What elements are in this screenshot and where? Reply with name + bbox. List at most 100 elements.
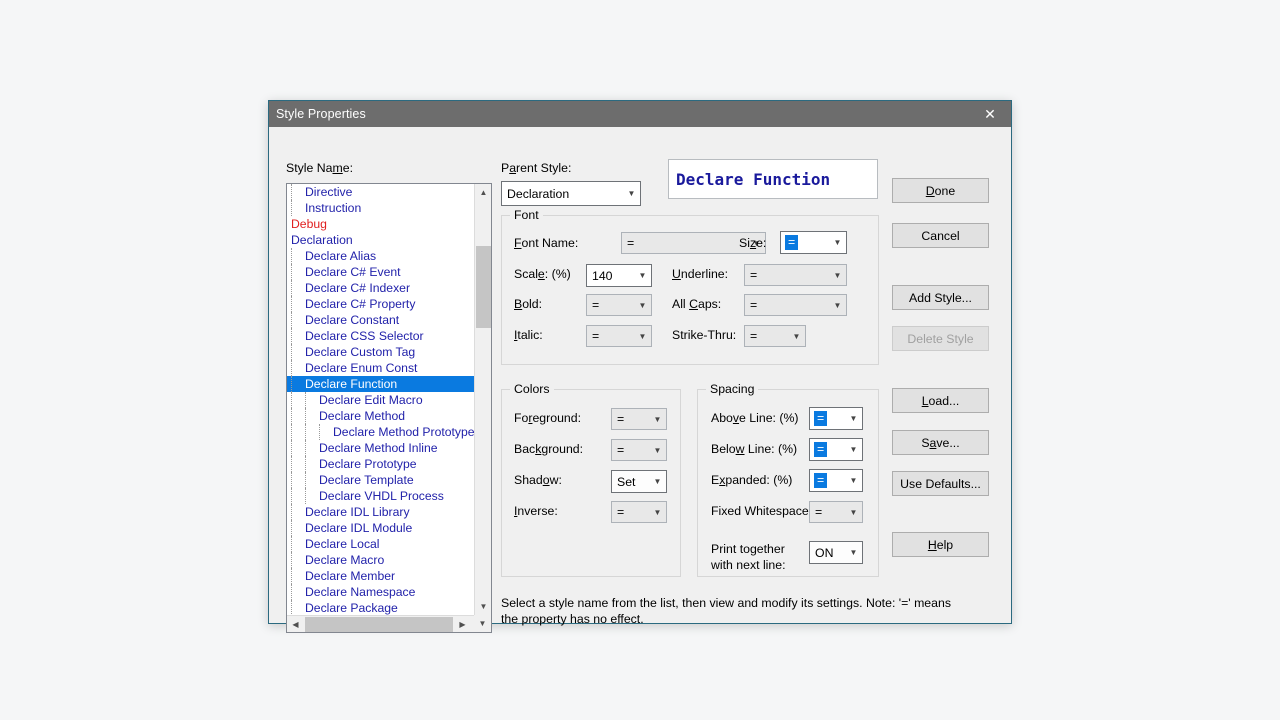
print-together-combo[interactable]: ON ▼ [809, 541, 863, 564]
style-tree-item[interactable]: Declare Alias [287, 248, 474, 264]
style-tree-item[interactable]: Declare Namespace [287, 584, 474, 600]
italic-combo[interactable]: = ▼ [586, 325, 652, 347]
style-tree-item[interactable]: Declare Package [287, 600, 474, 615]
chevron-down-icon[interactable]: ▼ [649, 508, 666, 517]
chevron-down-icon[interactable]: ▼ [829, 238, 846, 247]
style-tree-item[interactable]: Directive [287, 184, 474, 200]
scale-combo[interactable]: 140 ▼ [586, 264, 652, 287]
help-button[interactable]: Help [892, 532, 989, 557]
chevron-down-icon[interactable]: ▼ [649, 415, 666, 424]
style-tree-item[interactable]: Debug [287, 216, 474, 232]
style-tree-item[interactable]: Declare Custom Tag [287, 344, 474, 360]
style-tree-item[interactable]: Declare Prototype [287, 456, 474, 472]
all-caps-combo[interactable]: = ▼ [744, 294, 847, 316]
bold-combo[interactable]: = ▼ [586, 294, 652, 316]
scroll-corner-down-icon[interactable]: ▼ [474, 615, 491, 632]
tree-guide-line [291, 504, 305, 520]
style-tree-viewport[interactable]: DirectiveInstructionDebugDeclarationDecl… [287, 184, 474, 615]
tree-guide-line [291, 472, 305, 488]
style-tree-item[interactable]: Declare C# Indexer [287, 280, 474, 296]
chevron-down-icon[interactable]: ▼ [475, 598, 492, 615]
chevron-down-icon[interactable]: ▼ [788, 332, 805, 341]
style-tree-item[interactable]: Declare VHDL Process [287, 488, 474, 504]
chevron-down-icon[interactable]: ▼ [829, 301, 846, 310]
chevron-down-icon[interactable]: ▼ [649, 477, 666, 486]
strike-thru-combo[interactable]: = ▼ [744, 325, 806, 347]
hscrollbar-thumb[interactable] [305, 617, 453, 632]
underline-label: Underline: [672, 267, 728, 281]
fixed-whitespace-label: Fixed Whitespace: [711, 504, 812, 518]
inverse-label: Inverse: [514, 504, 558, 518]
chevron-down-icon[interactable]: ▼ [634, 332, 651, 341]
style-tree-item[interactable]: Declare Function [287, 376, 474, 392]
chevron-down-icon[interactable]: ▼ [649, 446, 666, 455]
size-combo[interactable]: = ▼ [780, 231, 847, 254]
style-tree-item[interactable]: Declare Member [287, 568, 474, 584]
tree-guide-line [291, 488, 305, 504]
cancel-button[interactable]: Cancel [892, 223, 989, 248]
foreground-combo[interactable]: = ▼ [611, 408, 667, 430]
chevron-up-icon[interactable]: ▲ [475, 184, 492, 201]
style-tree-item[interactable]: Declaration [287, 232, 474, 248]
print-together-label-line2: with next line: [711, 558, 786, 572]
style-tree-item[interactable]: Declare Macro [287, 552, 474, 568]
style-tree-item[interactable]: Instruction [287, 200, 474, 216]
style-tree-item[interactable]: Declare Local [287, 536, 474, 552]
chevron-down-icon[interactable]: ▼ [845, 548, 862, 557]
chevron-down-icon[interactable]: ▼ [845, 476, 862, 485]
save-button[interactable]: Save... [892, 430, 989, 455]
vscrollbar-thumb[interactable] [476, 246, 491, 328]
expanded-combo[interactable]: = ▼ [809, 469, 863, 492]
style-tree-item[interactable]: Declare IDL Library [287, 504, 474, 520]
chevron-right-icon[interactable]: ▶ [454, 616, 471, 633]
style-tree-item[interactable]: Declare Edit Macro [287, 392, 474, 408]
done-button[interactable]: Done [892, 178, 989, 203]
style-tree-item[interactable]: Declare Enum Const [287, 360, 474, 376]
style-name-listbox[interactable]: DirectiveInstructionDebugDeclarationDecl… [286, 183, 492, 633]
chevron-down-icon[interactable]: ▼ [623, 189, 640, 198]
style-list-hscrollbar[interactable]: ◀ ▶ [287, 615, 491, 632]
tree-guide-line [291, 296, 305, 312]
style-tree-item[interactable]: Declare Method Prototype [287, 424, 474, 440]
style-tree-item[interactable]: Declare C# Event [287, 264, 474, 280]
shadow-combo[interactable]: Set ▼ [611, 470, 667, 493]
style-list-vscrollbar[interactable]: ▲ ▼ [474, 184, 491, 615]
style-tree-item-label: Declare Enum Const [305, 361, 417, 375]
style-tree-item[interactable]: Declare C# Property [287, 296, 474, 312]
style-tree-item[interactable]: Declare Template [287, 472, 474, 488]
tree-guide-line [291, 200, 305, 216]
tree-guide-line [305, 440, 319, 456]
above-line-combo[interactable]: = ▼ [809, 407, 863, 430]
background-combo[interactable]: = ▼ [611, 439, 667, 461]
delete-style-button[interactable]: Delete Style [892, 326, 989, 351]
below-line-combo[interactable]: = ▼ [809, 438, 863, 461]
style-tree-item-label: Declare Method Prototype [333, 425, 474, 439]
style-tree-item[interactable]: Declare IDL Module [287, 520, 474, 536]
style-tree-item[interactable]: Declare Method [287, 408, 474, 424]
dialog-titlebar[interactable]: Style Properties ✕ [269, 101, 1011, 127]
tree-guide-line [291, 408, 305, 424]
chevron-down-icon[interactable]: ▼ [845, 508, 862, 517]
chevron-down-icon[interactable]: ▼ [634, 271, 651, 280]
chevron-down-icon[interactable]: ▼ [845, 445, 862, 454]
use-defaults-button[interactable]: Use Defaults... [892, 471, 989, 496]
add-style-button[interactable]: Add Style... [892, 285, 989, 310]
underline-combo[interactable]: = ▼ [744, 264, 847, 286]
below-line-label: Below Line: (%) [711, 442, 797, 456]
fixed-whitespace-combo[interactable]: = ▼ [809, 501, 863, 523]
bold-label: Bold: [514, 297, 542, 311]
tree-guide-line [291, 392, 305, 408]
load-button[interactable]: Load... [892, 388, 989, 413]
chevron-down-icon[interactable]: ▼ [845, 414, 862, 423]
inverse-combo[interactable]: = ▼ [611, 501, 667, 523]
parent-style-combo[interactable]: Declaration ▼ [501, 181, 641, 206]
chevron-down-icon[interactable]: ▼ [829, 271, 846, 280]
colors-groupbox-title: Colors [510, 382, 554, 396]
chevron-left-icon[interactable]: ◀ [287, 616, 304, 633]
style-tree-item[interactable]: Declare Method Inline [287, 440, 474, 456]
close-icon[interactable]: ✕ [969, 101, 1011, 127]
tree-guide-line [291, 600, 305, 615]
style-tree-item[interactable]: Declare CSS Selector [287, 328, 474, 344]
chevron-down-icon[interactable]: ▼ [634, 301, 651, 310]
style-tree-item[interactable]: Declare Constant [287, 312, 474, 328]
